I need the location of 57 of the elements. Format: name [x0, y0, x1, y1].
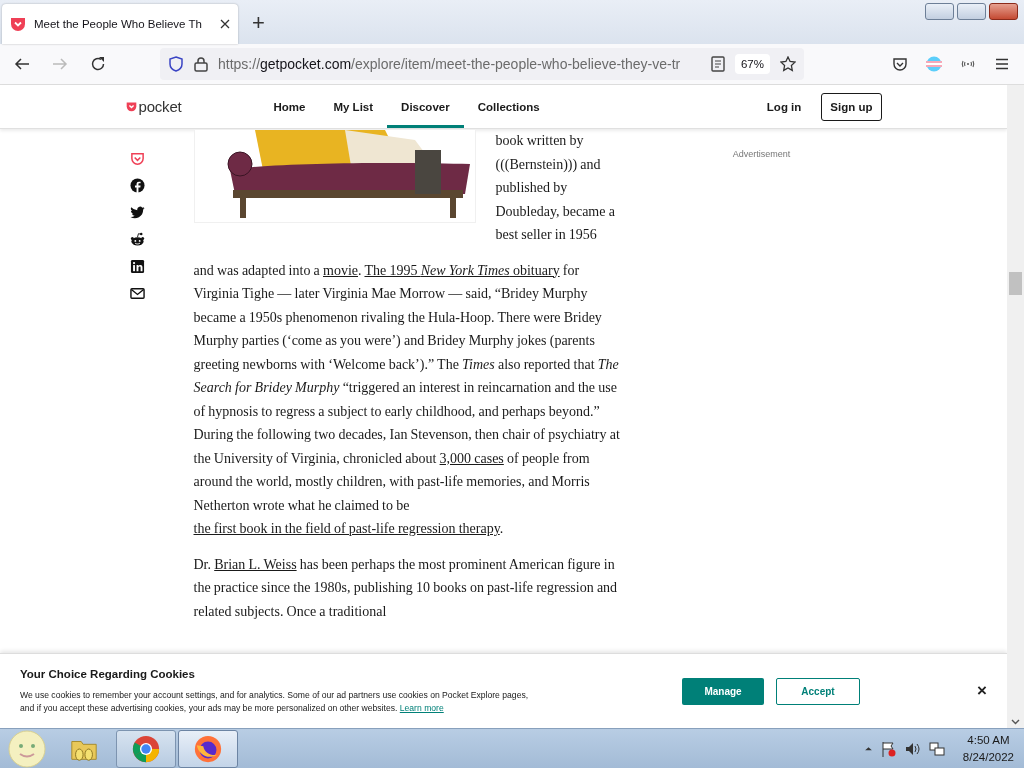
clock[interactable]: 4:50 AM 8/24/2022 [962, 731, 1014, 766]
email-icon[interactable] [129, 286, 145, 301]
cookie-title: Your Choice Regarding Cookies [20, 667, 196, 680]
taskbar-app[interactable] [116, 729, 176, 768]
cookie-text: We use cookies to remember your account settings, and for analytics. Some of our ad partners use cookies on Pocket Explore pages, and if you accept these advertising cookies, your ads may be more personalized on other websites. Learn more [20, 688, 530, 715]
login-link[interactable]: Log in [766, 100, 802, 113]
facebook-icon[interactable] [129, 178, 145, 193]
article-paragraph: and was adapted into a movie. The 1995 New York Times obituary for Virginia Tighe — later Virginia Mae Morrow — said, “Bridey Murphy became a 1950s phenomenon rivaling the Hula-Hoop. There were Bridey Murphy parties (‘come as you were’) and Bridey Murphy jokes (parents greeting newborns with ‘Welcome back’).” The Times also reported that The Search for Bridey Murphy “triggered an interest in reincarnation and the use of hypnosis to regress a subject to early childhood, and perhaps beyond.” [193, 261, 620, 421]
article-text: book written by (((Bernstein))) and published by Doubleday, became a best seller in 1956 [495, 132, 616, 244]
nav-link[interactable]: My List [319, 85, 388, 128]
zoom-level[interactable]: 67% [734, 54, 770, 74]
close-button[interactable]: × [977, 681, 987, 701]
pocket-icon[interactable] [892, 56, 908, 72]
scroll-down-icon[interactable] [1011, 717, 1020, 726]
new-tab-button[interactable]: + [252, 10, 265, 36]
reddit-icon[interactable] [129, 232, 145, 247]
star-icon[interactable] [780, 56, 796, 72]
minimize-button[interactable] [925, 3, 954, 20]
article-paragraph: Dr. Brian L. Weiss has been perhaps the most prominent American figure in the practice since the 1980s, publishing 10 books on past-life regression and related subjects. Once a traditional [193, 555, 619, 621]
url-text: https://getpocket.com/explore/item/meet-the-people-who-believe-they-ve-tr [218, 56, 682, 72]
linkedin-icon[interactable] [129, 259, 145, 274]
start-button[interactable] [8, 729, 46, 768]
menu-icon[interactable] [994, 56, 1010, 72]
lock-icon[interactable] [194, 56, 208, 72]
close-icon[interactable] [220, 19, 230, 29]
chrome-icon [131, 733, 161, 764]
firefox-icon [193, 733, 223, 764]
article-link[interactable]: 3,000 cases [439, 450, 504, 466]
article-link[interactable]: Brian L. Weiss [214, 556, 297, 572]
back-icon[interactable] [14, 56, 30, 72]
learn-more-link[interactable]: Learn more [399, 702, 444, 713]
nav-link[interactable]: Collections [463, 85, 554, 128]
scrollbar-thumb[interactable] [1009, 272, 1022, 295]
advertisement-label: Advertisement [731, 148, 792, 161]
shield-icon[interactable] [168, 56, 184, 72]
reload-icon[interactable] [90, 56, 106, 72]
manage-button[interactable]: Manage [682, 677, 764, 705]
pocket-icon [10, 16, 26, 32]
article-link[interactable]: movie [323, 262, 358, 278]
twitter-icon[interactable] [129, 205, 145, 220]
accept-button[interactable]: Accept [776, 677, 860, 705]
reader-view-icon[interactable] [710, 56, 725, 72]
network-icon[interactable] [928, 740, 945, 757]
nav-link[interactable]: Home [259, 85, 320, 128]
article-paragraph: During the following two decades, Ian Stevenson, then chair of psychiatry at the University of Virginia, chronicled about 3,000 cases of people from around the world, mostly children, with past-life memories, and Morris Netherton wrote what he claimed to be the first book in the field of past-life regression therapy. [193, 426, 621, 538]
article-link[interactable]: the first book in the field of past-life regression therapy [193, 521, 500, 536]
flag-icon[interactable] [880, 740, 897, 757]
taskbar-app[interactable] [178, 729, 238, 768]
pocket-logo[interactable]: pocket [125, 98, 182, 115]
tab-title: Meet the People Who Believe Th [34, 18, 203, 30]
scrollbar[interactable] [1007, 85, 1024, 728]
signup-button[interactable]: Sign up [821, 92, 882, 121]
close-button[interactable] [989, 3, 1018, 20]
restore-button[interactable] [957, 3, 986, 20]
address-bar[interactable]: https://getpocket.com/explore/item/meet-the-people-who-believe-they-ve-tr 67% [160, 48, 804, 80]
browser-tab[interactable]: Meet the People Who Believe Th [2, 4, 238, 44]
article-link[interactable]: The 1995 New York Times obituary [364, 262, 560, 278]
